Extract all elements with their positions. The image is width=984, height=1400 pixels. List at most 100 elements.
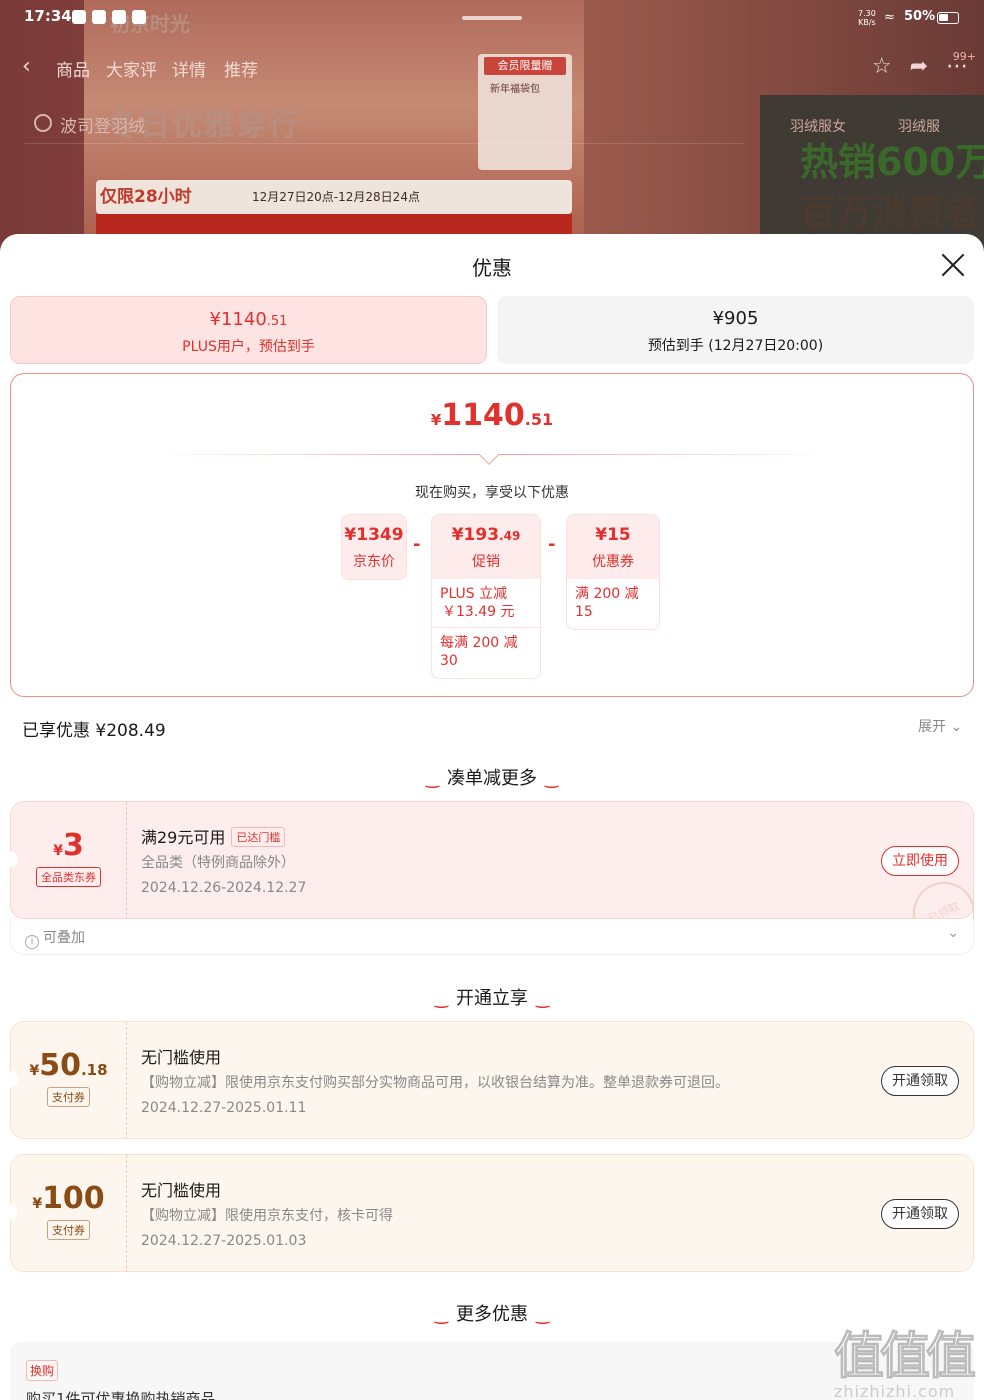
wifi-icon: ≈ xyxy=(884,10,895,25)
minus-sign: - xyxy=(548,534,556,555)
back-icon[interactable]: ‹ xyxy=(22,54,31,79)
option-label: PLUS用户，预估到手 xyxy=(182,339,315,355)
coupon-condition: 满29元可用 已达门槛 xyxy=(141,824,286,848)
watermark-logo: 值值值 xyxy=(834,1327,977,1386)
coupon-box: ¥15 优惠券 满 200 减 15 xyxy=(566,514,660,630)
search-tag-1[interactable]: 羽绒服女 xyxy=(790,116,846,136)
promo-detail: PLUS 立减 ￥13.49 元 xyxy=(440,586,515,620)
jd-price-label: 京东价 xyxy=(353,554,395,570)
coupon-amount: ¥3 xyxy=(53,828,84,863)
tab-product[interactable]: 商品 xyxy=(56,56,90,81)
notification-icons xyxy=(72,10,146,24)
promo-detail: 每满 200 减 30 xyxy=(432,627,540,678)
coupon-scope: 全品类（特例商品除外） xyxy=(141,855,295,871)
smile-icon: ‿ xyxy=(425,769,439,788)
option-price: ¥905 xyxy=(712,308,759,329)
search-placeholder: 波司登羽绒 xyxy=(60,117,145,137)
tab-reviews[interactable]: 大家评 xyxy=(106,56,157,81)
coupon-detail: 满 200 减 15 xyxy=(575,586,639,620)
discount-sheet: 优惠 ¥1140.51 PLUS用户，预估到手 ¥905 预估到手 (12月27… xyxy=(0,234,984,1400)
option-label: 预估到手 (12月27日20:00) xyxy=(647,338,824,354)
tab-recommend[interactable]: 推荐 xyxy=(224,56,258,81)
price-option-plus[interactable]: ¥1140.51 PLUS用户，预估到手 xyxy=(10,296,487,364)
section-title-open: ‿ 开通立享 ‿ xyxy=(434,988,550,1009)
promo-value: ¥193.49 xyxy=(451,525,521,545)
app-notification-icon xyxy=(132,10,146,24)
watermark-url: zhizhizhi.com xyxy=(834,1382,956,1400)
coupon-label: 优惠券 xyxy=(592,554,634,570)
final-price: ¥1140.51 xyxy=(430,398,554,433)
activate-claim-button[interactable]: 开通领取 xyxy=(881,1199,959,1229)
hot-sales-text: 热销600万 xyxy=(800,140,984,184)
smile-icon: ‿ xyxy=(434,989,448,1008)
jd-price-value: ¥1349 xyxy=(344,525,404,545)
price-breakdown: ¥1140.51 现在购买，享受以下优惠 ¥1349 京东价 - ¥193.49… xyxy=(10,373,974,697)
coupon-dates: 2024.12.27-2025.01.03 xyxy=(141,1233,307,1249)
price-option-scheduled[interactable]: ¥905 预估到手 (12月27日20:00) xyxy=(497,296,974,364)
coupon-scope: 【购物立减】限使用京东支付购买部分实物商品可用，以收银台结算为准。整单退款券可退… xyxy=(141,1075,729,1091)
coupon-kind: 支付券 xyxy=(47,1087,90,1107)
trade-in-tag: 换购 xyxy=(26,1360,59,1381)
background-page: 初京时光 冬日优雅穿行 会员限量赠 新年福袋包 仅限28小时 12月27日20点… xyxy=(0,0,984,260)
product-top-nav: ‹ 商品 大家评 详情 推荐 ☆ ➦ ⋯ 99+ xyxy=(0,40,984,96)
limited-time-tag: 仅限28小时 xyxy=(100,187,192,207)
minus-sign: - xyxy=(413,534,421,555)
coupon-card: ¥100 支付券 无门槛使用 【购物立减】限使用京东支付，核卡可得 2024.1… xyxy=(10,1154,974,1272)
coupon-amount: ¥100 xyxy=(32,1181,105,1216)
chevron-down-icon[interactable]: ⌄ xyxy=(947,925,959,941)
threshold-reached-badge: 已达门槛 xyxy=(231,827,286,847)
jd-price-box: ¥1349 京东价 xyxy=(341,514,407,580)
coupon-kind: 支付券 xyxy=(47,1220,90,1240)
coupon-scope: 【购物立减】限使用京东支付，核卡可得 xyxy=(141,1208,393,1224)
message-badge: 99+ xyxy=(952,50,976,63)
smile-icon: ‿ xyxy=(536,989,550,1008)
sheet-title: 优惠 xyxy=(472,256,512,280)
saved-amount: 已享优惠 ¥208.49 xyxy=(22,721,166,741)
app-notification-icon xyxy=(72,10,86,24)
status-bar: 17:34 7.30 KB/s ≈ 50% xyxy=(0,0,984,36)
chevron-down-icon: ⌄ xyxy=(950,719,963,735)
coupon-card: ¥50.18 支付券 无门槛使用 【购物立减】限使用京东支付购买部分实物商品可用… xyxy=(10,1021,974,1139)
limited-time-date: 12月27日20点-12月28日24点 xyxy=(252,190,420,204)
coupon-dates: 2024.12.27-2025.01.11 xyxy=(141,1100,307,1116)
app-notification-icon xyxy=(112,10,126,24)
coupon-value: ¥15 xyxy=(595,525,631,545)
search-tag-2[interactable]: 羽绒服 xyxy=(898,116,940,136)
coupon-dates: 2024.12.26-2024.12.27 xyxy=(141,880,307,896)
search-icon xyxy=(34,114,52,132)
promo-label: 促销 xyxy=(472,554,500,570)
site-watermark: 值值值 zhizhizhi.com xyxy=(834,1316,977,1400)
breakdown-caption: 现在购买，享受以下优惠 xyxy=(415,485,569,501)
consumer-count-text: 百万消费者 xyxy=(800,193,981,234)
divider-notch xyxy=(479,445,499,465)
promo-box: ¥193.49 促销 PLUS 立减 ￥13.49 元 每满 200 减 30 xyxy=(431,514,541,679)
expand-button[interactable]: 展开 ⌄ xyxy=(918,716,962,736)
smile-icon: ‿ xyxy=(536,1305,550,1324)
smile-icon: ‿ xyxy=(434,1305,448,1324)
coupon-footer[interactable]: i 可叠加 ⌄ xyxy=(10,919,974,955)
coupon-condition: 无门槛使用 xyxy=(141,1181,222,1200)
coupon-kind: 全品类东券 xyxy=(36,867,101,887)
app-notification-icon xyxy=(92,10,106,24)
clock: 17:34 xyxy=(24,7,72,25)
search-input[interactable]: 波司登羽绒 xyxy=(24,106,744,144)
stackable-label: 可叠加 xyxy=(43,930,85,946)
battery-icon xyxy=(937,12,959,24)
option-price: ¥1140.51 xyxy=(209,309,288,330)
coupon-condition: 无门槛使用 xyxy=(141,1048,222,1067)
use-now-button[interactable]: 立即使用 xyxy=(881,846,959,876)
network-speed: 7.30 KB/s xyxy=(858,9,876,27)
info-icon: i xyxy=(25,935,39,949)
trade-in-text: 购买1件可优惠换购热销商品 xyxy=(26,1390,216,1400)
coupon-amount: ¥50.18 xyxy=(29,1048,108,1083)
activate-claim-button[interactable]: 开通领取 xyxy=(881,1066,959,1096)
tab-details[interactable]: 详情 xyxy=(172,56,206,81)
battery-percent: 50% xyxy=(904,9,936,24)
drag-pill xyxy=(462,16,522,20)
smile-icon: ‿ xyxy=(545,769,559,788)
share-icon[interactable]: ➦ xyxy=(910,54,928,79)
coupon-card: ¥3 全品类东券 满29元可用 已达门槛 全品类（特例商品除外） 2024.12.… xyxy=(10,801,974,957)
star-icon[interactable]: ☆ xyxy=(872,54,892,79)
close-icon[interactable] xyxy=(940,252,966,278)
trade-in-offer[interactable]: 换购 购买1件可优惠换购热销商品 xyxy=(10,1342,974,1400)
